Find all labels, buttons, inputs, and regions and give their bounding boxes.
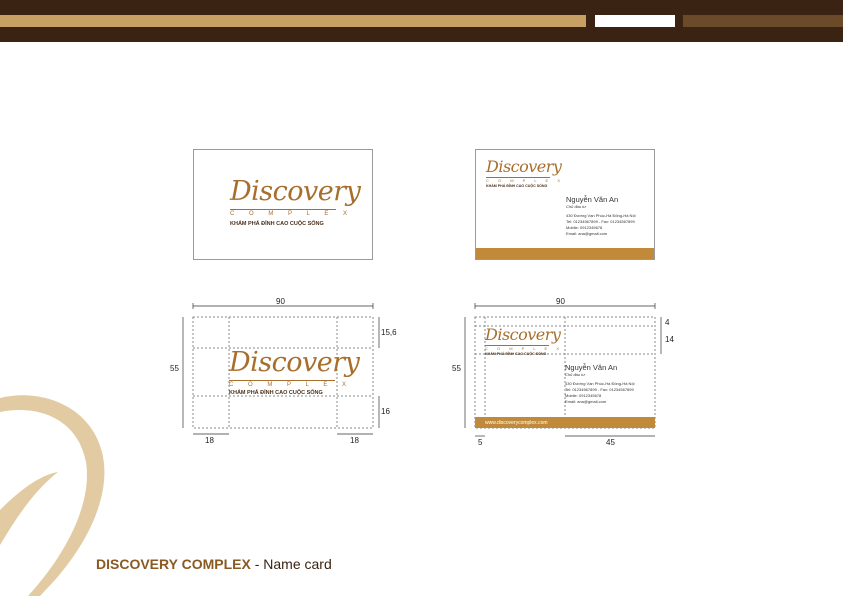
contact-mobile: Mobile: 0912345678 — [566, 225, 603, 230]
caption-subtitle: Name card — [263, 556, 332, 572]
card-back: Discovery C O M P L E X KHÁM PHÁ ĐỈNH CA… — [475, 149, 655, 260]
card-front: Discovery C O M P L E X KHÁM PHÁ ĐỈNH CA… — [193, 149, 373, 260]
card-footer-band — [476, 248, 654, 259]
contact-role: Chủ đầu tư — [566, 204, 586, 209]
contact-email: Email: ana@gmail.com — [565, 399, 607, 404]
contact-mobile: Mobile: 0912345678 — [565, 393, 602, 398]
logo-tagline: KHÁM PHÁ ĐỈNH CAO CUỘC SỐNG — [486, 184, 548, 188]
logo-wordmark: Discovery — [229, 347, 360, 378]
page-caption: DISCOVERY COMPLEX - Name card — [96, 556, 332, 572]
dimension-left-margin: 5 — [478, 438, 483, 447]
logo: Discovery C O M P L E X KHÁM PHÁ ĐỈNH CA… — [485, 325, 561, 359]
contact-phone: Tel: 01234567899 - Fax: 01234567899 — [565, 387, 634, 392]
contact-phone: Tel: 01234567899 - Fax: 01234567899 — [566, 219, 635, 224]
logo-rule — [230, 209, 336, 210]
dimension-logo-height: 14 — [665, 335, 674, 344]
dimension-bottom-margin: 16 — [381, 407, 390, 416]
header-white-block — [595, 15, 675, 27]
dimension-text-column: 45 — [606, 438, 615, 447]
website-link[interactable]: www.discoverycomplex.com — [485, 420, 548, 426]
header-gold-stripe — [0, 15, 586, 27]
dimension-width: 90 — [556, 297, 565, 306]
logo-wordmark: Discovery — [485, 325, 561, 344]
logo-subword: C O M P L E X — [229, 382, 353, 388]
logo-subword: C O M P L E X — [486, 178, 565, 183]
dimension-left-margin: 18 — [205, 436, 214, 445]
contact-address: 430 Đường Vạn Phúc-Hà Đông-Hà Nội — [566, 213, 636, 218]
logo-wordmark: Discovery — [486, 157, 562, 176]
dimension-width: 90 — [276, 297, 285, 306]
logo-subword: C O M P L E X — [485, 346, 564, 351]
dimension-top-margin: 15,6 — [381, 328, 397, 337]
dimension-height: 55 — [452, 364, 461, 373]
logo: Discovery C O M P L E X KHÁM PHÁ ĐỈNH CA… — [486, 157, 562, 191]
logo-tagline: KHÁM PHÁ ĐỈNH CAO CUỘC SỐNG — [485, 352, 547, 356]
logo-rule — [229, 380, 335, 381]
logo-subword: C O M P L E X — [230, 211, 354, 217]
contact-role: Chủ đầu tư — [565, 372, 585, 377]
dimension-top-offset: 4 — [665, 318, 670, 327]
dimension-height: 55 — [170, 364, 179, 373]
logo-tagline: KHÁM PHÁ ĐỈNH CAO CUỘC SỐNG — [230, 221, 324, 227]
header-bar — [0, 0, 843, 42]
logo: Discovery C O M P L E X KHÁM PHÁ ĐỈNH CA… — [229, 347, 360, 407]
contact-name: Nguyễn Văn An — [565, 363, 618, 372]
header-brown-stripe — [683, 15, 843, 27]
contact-name: Nguyễn Văn An — [566, 195, 619, 204]
dimension-right-margin: 18 — [350, 436, 359, 445]
contact-address: 430 Đường Vạn Phúc-Hà Đông-Hà Nội — [565, 381, 635, 386]
logo-wordmark: Discovery — [230, 176, 361, 207]
caption-separator: - — [250, 556, 264, 572]
logo-tagline: KHÁM PHÁ ĐỈNH CAO CUỘC SỐNG — [229, 390, 323, 396]
caption-brand: DISCOVERY COMPLEX — [96, 556, 251, 572]
contact-email: Email: ana@gmail.com — [566, 231, 608, 236]
logo: Discovery C O M P L E X KHÁM PHÁ ĐỈNH CA… — [230, 176, 361, 236]
